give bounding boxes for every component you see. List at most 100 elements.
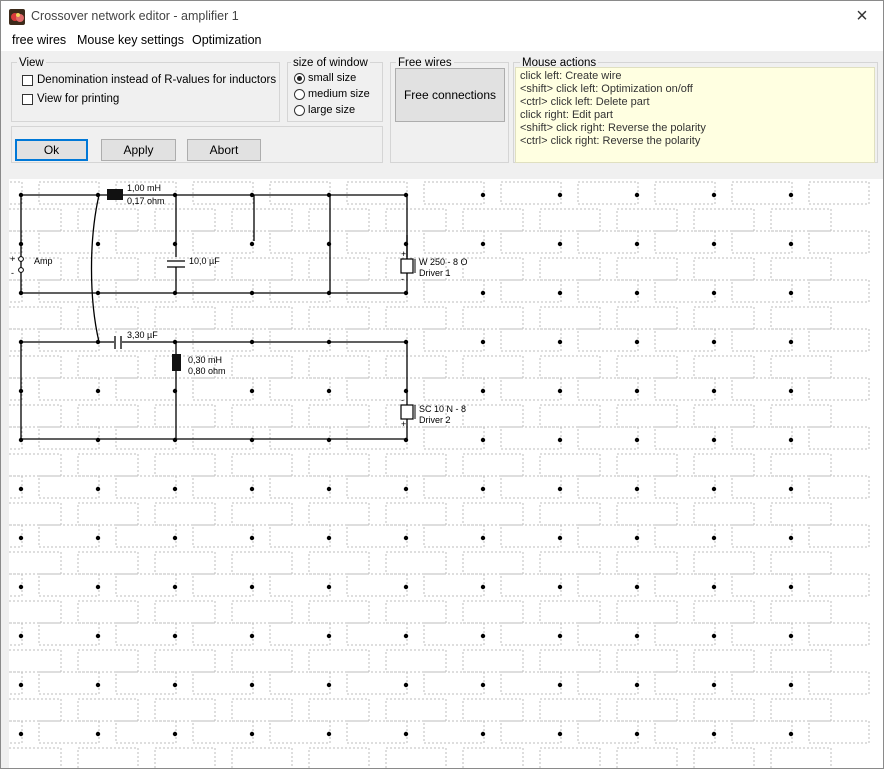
apply-button[interactable]: Apply [101,139,176,161]
grid-slot [500,279,562,303]
grid-slot [115,573,177,597]
large-size-radio[interactable] [294,104,305,116]
grid-slot [38,328,100,352]
grid-slot [231,208,293,232]
grid-slot [770,649,832,673]
grid-node [711,633,717,639]
grid-node [18,682,24,688]
capacitor-1-gap [166,259,186,265]
grid-slot [346,230,408,254]
grid-slot [423,328,485,352]
grid-slot [423,524,485,548]
grid-node [249,633,255,639]
grid-node [557,241,563,247]
grid-slot [462,208,524,232]
small-size-radio[interactable] [294,72,305,84]
grid-slot [269,622,331,646]
grid-slot [423,377,485,401]
grid-slot [500,181,562,205]
grid-slot [346,475,408,499]
grid-slot [9,453,62,477]
grid-slot [808,426,870,450]
small-size-radio-row[interactable]: small size [294,70,356,86]
grid-slot [731,377,793,401]
grid-node [634,584,640,590]
grid-slot [192,671,254,695]
grid-slot [77,208,139,232]
abort-button[interactable]: Abort [187,139,261,161]
menu-mouse-key-settings[interactable]: Mouse key settings [77,33,184,47]
grid-slot [693,600,755,624]
grid-slot [346,377,408,401]
grid-slot [346,328,408,352]
grid-slot [616,355,678,379]
mouse-action-line: <ctrl> click left: Delete part [520,96,650,108]
denomination-checkbox[interactable] [22,74,33,86]
grid-node [95,388,101,394]
close-icon[interactable]: × [849,5,875,27]
grid-slot [115,524,177,548]
grid-node [557,339,563,345]
menu-optimization[interactable]: Optimization [192,33,261,47]
grid-slot [77,404,139,428]
grid-node [326,633,332,639]
schematic-svg[interactable]: 1,00 mH 0,17 ohm 10,0 µF + - Amp + - W 2… [9,179,884,768]
menu-free-wires[interactable]: free wires [12,33,66,47]
grid-node [711,388,717,394]
grid-node [403,584,409,590]
amp-label: Amp [34,256,53,266]
grid-slot [9,377,23,401]
grid-node [634,535,640,541]
grid-slot [577,622,639,646]
grid-slot [616,698,678,722]
grid-slot [38,377,100,401]
grid-slot [539,551,601,575]
large-size-label: large size [308,104,356,116]
grid-slot [231,502,293,526]
grid-slot [9,524,23,548]
grid-node [788,290,794,296]
grid-slot [462,649,524,673]
grid-slot [654,279,716,303]
grid-node [788,633,794,639]
grid-slot [808,377,870,401]
grid-slot [9,502,62,526]
grid-node [557,388,563,394]
medium-size-radio[interactable] [294,88,305,100]
grid-slot [308,453,370,477]
grid-slot [269,377,331,401]
grid-slot [269,279,331,303]
grid-slot [539,600,601,624]
view-for-printing-checkbox-row[interactable]: View for printing [22,91,119,107]
schematic-canvas[interactable]: 1,00 mH 0,17 ohm 10,0 µF + - Amp + - W 2… [9,179,884,768]
grid-slot [577,279,639,303]
grid-slot [9,404,62,428]
grid-slot [500,328,562,352]
grid-slot [808,622,870,646]
grid-slot [577,671,639,695]
grid-slot [38,622,100,646]
driver-2-plus: + [401,419,406,429]
grid-slot [9,671,23,695]
grid-node [634,437,640,443]
grid-slot [192,181,254,205]
grid-node [480,633,486,639]
grid-slot [616,747,678,768]
large-size-radio-row[interactable]: large size [294,102,355,118]
grid-node [711,339,717,345]
driver-2-minus: - [401,395,404,405]
grid-slot [616,404,678,428]
grid-slot [654,426,716,450]
grid-slot [346,426,408,450]
grid-slot [38,720,100,744]
view-for-printing-checkbox[interactable] [22,93,33,105]
grid-slot [385,649,447,673]
grid-slot [154,600,216,624]
grid-slot [38,475,100,499]
free-connections-button[interactable]: Free connections [395,68,505,122]
denomination-checkbox-row[interactable]: Denomination instead of R-values for ind… [22,72,276,88]
ok-button[interactable]: Ok [15,139,88,161]
medium-size-radio-row[interactable]: medium size [294,86,370,102]
grid-slot [115,426,177,450]
grid-node [557,437,563,443]
